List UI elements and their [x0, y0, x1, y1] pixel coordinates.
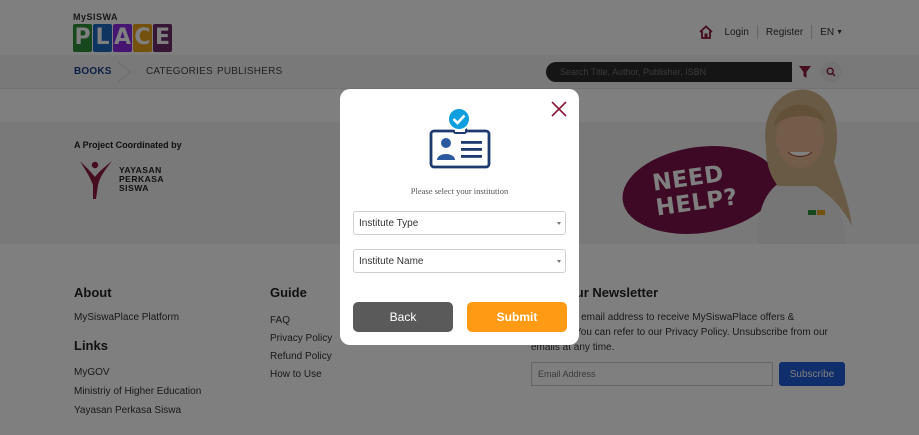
- institute-type-select[interactable]: Institute Type: [353, 211, 566, 235]
- chevron-down-icon: [557, 260, 561, 263]
- modal-prompt: Please select your institution: [410, 186, 509, 196]
- chevron-down-icon: [557, 222, 561, 225]
- submit-button[interactable]: Submit: [467, 302, 567, 332]
- institute-name-label: Institute Name: [359, 255, 424, 267]
- id-card-check-icon: [429, 107, 491, 169]
- institute-type-label: Institute Type: [359, 217, 419, 229]
- institution-modal: Please select your institution Institute…: [340, 89, 579, 345]
- institute-name-select[interactable]: Institute Name: [353, 249, 566, 273]
- back-button[interactable]: Back: [353, 302, 453, 332]
- close-icon[interactable]: [549, 99, 569, 119]
